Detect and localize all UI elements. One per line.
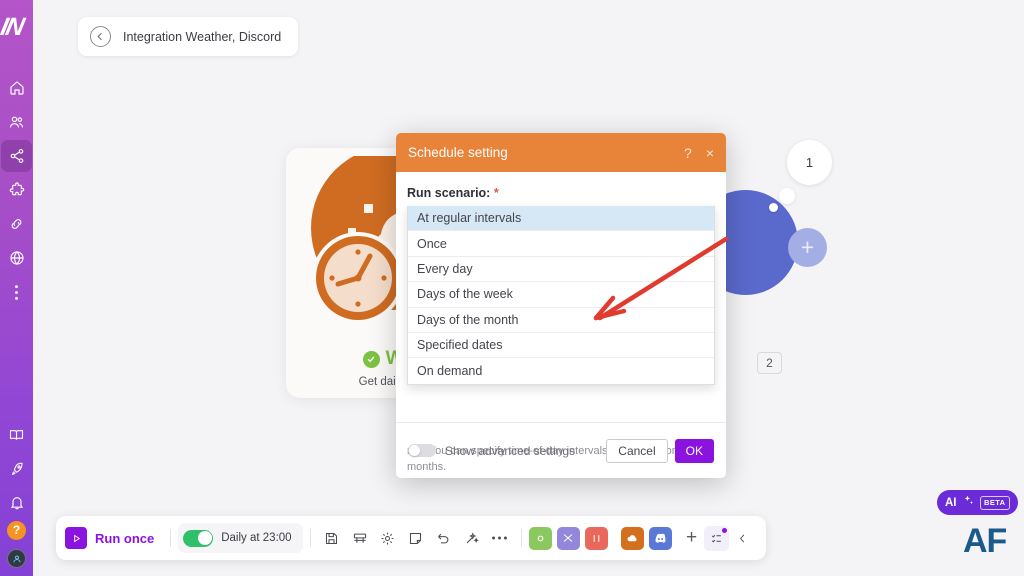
- sidebar-item-home[interactable]: [1, 72, 32, 104]
- bubble-dot-small: [769, 203, 778, 212]
- users-icon: [8, 114, 25, 130]
- sidebar-item-more[interactable]: [1, 276, 32, 308]
- rocket-icon: [9, 461, 25, 477]
- play-icon: [65, 527, 87, 549]
- ellipsis-icon[interactable]: [486, 523, 514, 553]
- bottom-toolbar[interactable]: Run once Daily at 23:00 +: [56, 516, 766, 560]
- advanced-settings-label: Show advanced settings: [445, 443, 576, 458]
- ai-badge[interactable]: AI BETA: [937, 490, 1018, 515]
- sidebar-item-team[interactable]: [1, 106, 32, 138]
- notification-dot: [721, 527, 727, 533]
- sidebar-nav: [1, 72, 32, 310]
- app-discord-icon[interactable]: [648, 526, 672, 550]
- run-once-label: Run once: [95, 530, 155, 546]
- app-router-icon[interactable]: [556, 526, 580, 550]
- sidebar-item-notifications[interactable]: [1, 487, 32, 519]
- close-icon[interactable]: ×: [706, 146, 714, 160]
- save-icon[interactable]: [318, 523, 346, 553]
- sidebar-item-integrations[interactable]: [1, 140, 32, 172]
- dialog-footer: Show advanced settings Cancel OK: [396, 422, 726, 478]
- arrow-left-circle-icon[interactable]: [90, 26, 111, 47]
- note-icon[interactable]: [402, 523, 430, 553]
- book-icon: [8, 427, 25, 443]
- node-order-badge-2: 2: [757, 352, 782, 374]
- dropdown-option[interactable]: At regular intervals: [408, 206, 714, 232]
- ok-button[interactable]: OK: [674, 438, 714, 463]
- ai-badge-label: AI: [945, 496, 957, 509]
- schedule-label: Daily at 23:00: [221, 532, 292, 544]
- sidebar-bottom: ?: [0, 419, 33, 570]
- link-icon: [8, 216, 25, 232]
- add-module-toolbar-button[interactable]: +: [680, 527, 704, 549]
- add-module-button[interactable]: +: [788, 228, 827, 267]
- check-circle-icon: [362, 350, 380, 368]
- dialog-header: Schedule setting ? ×: [396, 133, 726, 172]
- gear-icon[interactable]: [374, 523, 402, 553]
- dropdown-option[interactable]: Days of the week: [408, 282, 714, 308]
- toggle-knob: [409, 445, 420, 456]
- chevron-left-icon[interactable]: [729, 523, 757, 553]
- magic-wand-icon[interactable]: [458, 523, 486, 553]
- sidebar-item-docs[interactable]: [1, 419, 32, 451]
- app-logo[interactable]: IN: [0, 12, 33, 42]
- layers-icon[interactable]: [346, 523, 374, 553]
- run-scenario-dropdown[interactable]: At regular intervals Once Every day Days of…: [407, 206, 715, 385]
- app-weather-icon[interactable]: [620, 526, 644, 550]
- sidebar-item-web[interactable]: [1, 242, 32, 274]
- home-icon: [9, 80, 25, 96]
- node-order-bubble-1: 1: [787, 140, 832, 185]
- help-icon[interactable]: ?: [684, 146, 692, 160]
- schedule-toggle[interactable]: [183, 529, 214, 547]
- brand-logo: AF: [963, 522, 1007, 560]
- dropdown-option[interactable]: On demand: [408, 358, 714, 383]
- dropdown-option[interactable]: Once: [408, 231, 714, 257]
- breadcrumb-label: Integration Weather, Discord: [123, 29, 282, 44]
- help-badge[interactable]: ?: [7, 521, 26, 540]
- beta-pill: BETA: [979, 495, 1010, 510]
- sidebar-item-upgrade[interactable]: [1, 453, 32, 485]
- ellipsis-icon: [14, 284, 19, 301]
- run-once-button[interactable]: Run once: [65, 527, 163, 549]
- required-mark: *: [493, 186, 499, 200]
- undo-icon[interactable]: [430, 523, 458, 553]
- app-logo-text: IN: [0, 12, 26, 41]
- bubble-dot-large: [779, 188, 795, 204]
- globe-icon: [9, 250, 25, 266]
- dialog-title: Schedule setting: [408, 145, 508, 160]
- toolbar-divider: [309, 529, 311, 547]
- run-scenario-label-text: Run scenario:: [407, 186, 491, 200]
- dropdown-option[interactable]: Days of the month: [408, 308, 714, 333]
- bell-icon: [9, 495, 25, 511]
- advanced-settings-toggle[interactable]: [408, 444, 436, 457]
- toolbar-divider: [520, 529, 522, 547]
- left-sidebar: IN ?: [0, 0, 33, 576]
- breadcrumb[interactable]: Integration Weather, Discord: [78, 17, 299, 56]
- dropdown-option[interactable]: Every day: [408, 257, 714, 283]
- toolbar-divider: [170, 529, 172, 547]
- schedule-setting-dialog[interactable]: Schedule setting ? × Run scenario: * At …: [396, 133, 726, 478]
- avatar[interactable]: [7, 549, 26, 568]
- checklist-icon[interactable]: [703, 525, 729, 551]
- sidebar-item-apps[interactable]: [1, 174, 32, 206]
- puzzle-icon: [9, 182, 25, 198]
- sidebar-item-connections[interactable]: [1, 208, 32, 240]
- run-scenario-label: Run scenario: *: [407, 186, 715, 200]
- sparkles-icon: [962, 494, 975, 512]
- app-tools-icon[interactable]: [528, 526, 552, 550]
- schedule-chip[interactable]: Daily at 23:00: [178, 523, 303, 553]
- app-http-icon[interactable]: [584, 526, 608, 550]
- dropdown-option[interactable]: Specified dates: [408, 333, 714, 359]
- share-nodes-icon: [9, 148, 25, 164]
- cancel-button[interactable]: Cancel: [606, 438, 668, 463]
- schedule-toggle-knob: [197, 531, 212, 545]
